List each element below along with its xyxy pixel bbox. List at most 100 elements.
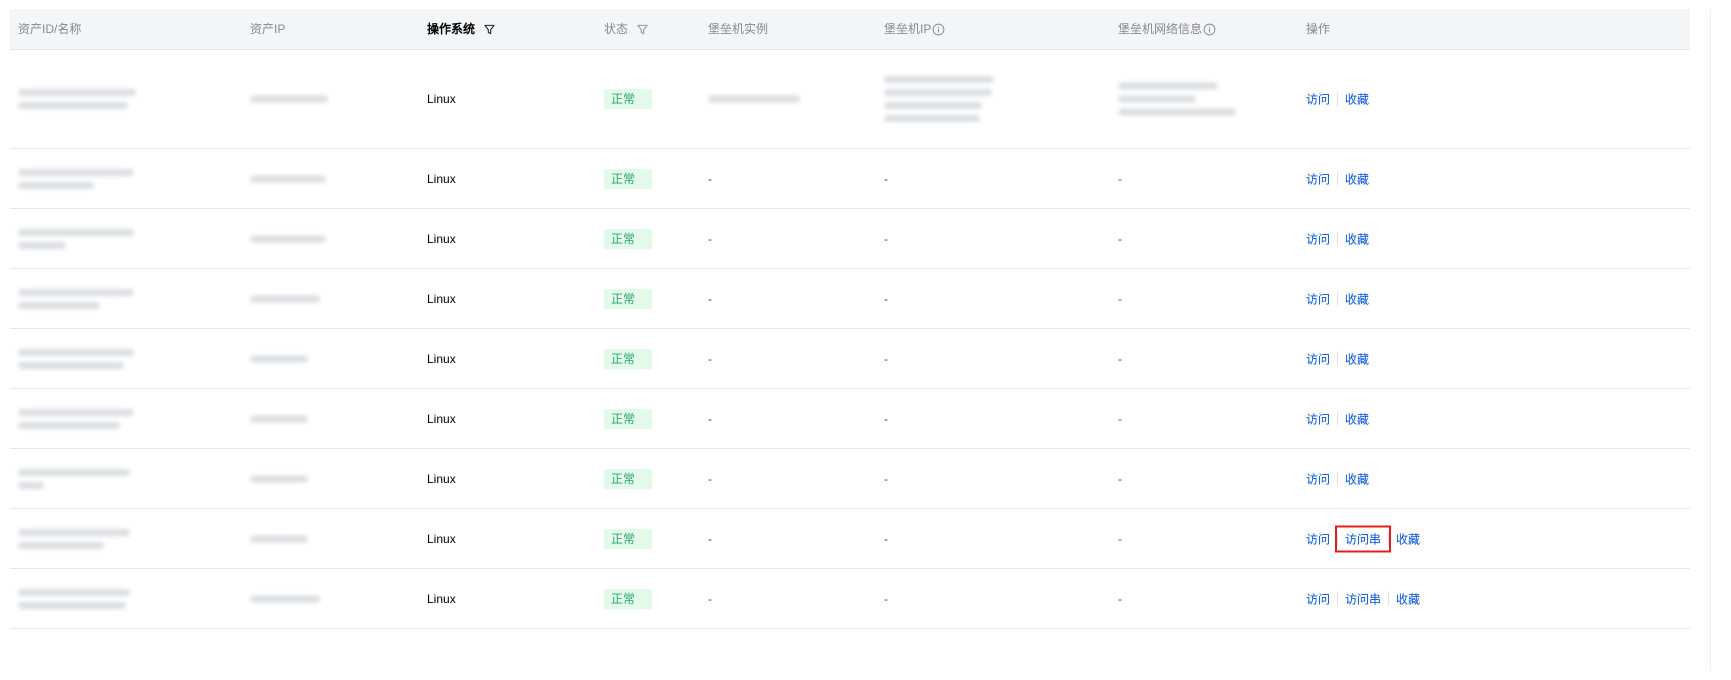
visit-link[interactable]: 访问 — [1306, 168, 1330, 189]
asset-id-name-redacted — [18, 283, 134, 315]
status-badge: 正常 — [604, 408, 652, 429]
divider — [1337, 591, 1339, 606]
divider — [1337, 171, 1339, 186]
asset-ip-redacted — [250, 169, 326, 188]
visit-string-link[interactable]: 访问串 — [1335, 525, 1392, 552]
asset-table: 资产ID/名称 资产IP 操作系统 状态 堡垒机实例 堡垒机IP 堡垒机网络信息… — [10, 9, 1690, 629]
asset-id-name-redacted — [18, 403, 134, 435]
status-badge: 正常 — [604, 348, 652, 369]
table-header: 资产ID/名称 资产IP 操作系统 状态 堡垒机实例 堡垒机IP 堡垒机网络信息… — [10, 9, 1690, 50]
asset-ip-redacted — [250, 529, 308, 548]
asset-ip-redacted — [250, 469, 308, 488]
status-badge: 正常 — [604, 528, 652, 549]
os-value: Linux — [427, 291, 456, 306]
asset-id-name-redacted — [18, 523, 130, 555]
bastion-network-value: - — [1118, 531, 1122, 546]
favorite-link[interactable]: 收藏 — [1345, 288, 1369, 309]
info-circle-icon[interactable] — [1203, 23, 1216, 36]
table-row: Linux 正常 访问 收藏 — [10, 50, 1690, 149]
asset-id-name-redacted — [18, 163, 134, 195]
column-header-status[interactable]: 状态 — [604, 9, 648, 49]
column-header-asset-id-name[interactable]: 资产ID/名称 — [18, 9, 81, 49]
visit-link[interactable]: 访问 — [1306, 348, 1330, 369]
favorite-link[interactable]: 收藏 — [1345, 228, 1369, 249]
divider — [1388, 531, 1390, 546]
bastion-instance-value: - — [708, 471, 712, 486]
visit-link[interactable]: 访问 — [1306, 528, 1330, 549]
bastion-network-value: - — [1118, 291, 1122, 306]
asset-ip-redacted — [250, 289, 320, 308]
favorite-link[interactable]: 收藏 — [1396, 528, 1420, 549]
asset-id-name-redacted — [18, 83, 136, 115]
column-header-asset-ip[interactable]: 资产IP — [250, 9, 285, 49]
divider — [1388, 591, 1390, 606]
table-row: Linux 正常 - - - 访问 收藏 — [10, 269, 1690, 329]
asset-id-name-redacted — [18, 463, 130, 495]
bastion-ip-redacted — [884, 70, 994, 128]
table-row: Linux 正常 - - - 访问 收藏 — [10, 209, 1690, 269]
bastion-instance-value: - — [708, 531, 712, 546]
bastion-ip-value: - — [884, 291, 888, 306]
bastion-ip-value: - — [884, 231, 888, 246]
status-badge: 正常 — [604, 228, 652, 249]
visit-link[interactable]: 访问 — [1306, 468, 1330, 489]
table-row: Linux 正常 - - - 访问 收藏 — [10, 389, 1690, 449]
row-actions: 访问 收藏 — [1306, 408, 1369, 429]
column-header-bastion-network: 堡垒机网络信息 — [1118, 9, 1216, 49]
info-circle-icon[interactable] — [932, 23, 945, 36]
bastion-network-value: - — [1118, 411, 1122, 426]
bastion-instance-value: - — [708, 291, 712, 306]
status-badge: 正常 — [604, 468, 652, 489]
bastion-ip-value: - — [884, 531, 888, 546]
bastion-ip-value: - — [884, 411, 888, 426]
divider — [1337, 92, 1339, 106]
row-actions: 访问 收藏 — [1306, 288, 1369, 309]
visit-link[interactable]: 访问 — [1306, 288, 1330, 309]
asset-id-name-redacted — [18, 583, 130, 615]
table-row: Linux 正常 - - - 访问 收藏 — [10, 449, 1690, 509]
visit-link[interactable]: 访问 — [1306, 228, 1330, 249]
bastion-ip-value: - — [884, 471, 888, 486]
os-value: Linux — [427, 351, 456, 366]
favorite-link[interactable]: 收藏 — [1345, 408, 1369, 429]
bastion-network-value: - — [1118, 231, 1122, 246]
visit-string-link[interactable]: 访问串 — [1345, 588, 1381, 609]
asset-id-name-redacted — [18, 223, 134, 255]
asset-ip-redacted — [250, 229, 326, 248]
os-value: Linux — [427, 92, 456, 106]
filter-icon[interactable] — [484, 24, 495, 35]
row-actions: 访问 收藏 — [1306, 228, 1369, 249]
asset-ip-redacted — [250, 90, 328, 109]
column-header-bastion-instance: 堡垒机实例 — [708, 22, 769, 36]
vertical-divider — [1710, 10, 1711, 670]
row-actions: 访问 访问串 收藏 — [1306, 588, 1420, 609]
column-header-bastion-ip: 堡垒机IP — [884, 9, 945, 49]
favorite-link[interactable]: 收藏 — [1345, 468, 1369, 489]
row-actions: 访问 收藏 — [1306, 89, 1369, 110]
favorite-link[interactable]: 收藏 — [1345, 168, 1369, 189]
asset-ip-redacted — [250, 589, 320, 608]
divider — [1337, 231, 1339, 246]
os-value: Linux — [427, 171, 456, 186]
column-header-os[interactable]: 操作系统 — [427, 9, 495, 49]
asset-ip-redacted — [250, 409, 308, 428]
os-value: Linux — [427, 411, 456, 426]
table-row: Linux 正常 - - - 访问 访问串 收藏 — [10, 509, 1690, 569]
favorite-link[interactable]: 收藏 — [1396, 588, 1420, 609]
bastion-ip-value: - — [884, 171, 888, 186]
visit-link[interactable]: 访问 — [1306, 89, 1330, 110]
status-badge: 正常 — [604, 288, 652, 309]
visit-link[interactable]: 访问 — [1306, 588, 1330, 609]
favorite-link[interactable]: 收藏 — [1345, 89, 1369, 110]
row-actions: 访问 收藏 — [1306, 168, 1369, 189]
bastion-network-redacted — [1118, 77, 1236, 122]
visit-link[interactable]: 访问 — [1306, 408, 1330, 429]
divider — [1337, 291, 1339, 306]
table-row: Linux 正常 - - - 访问 访问串 收藏 — [10, 569, 1690, 629]
filter-icon[interactable] — [637, 24, 648, 35]
asset-ip-redacted — [250, 349, 308, 368]
os-value: Linux — [427, 231, 456, 246]
asset-id-name-redacted — [18, 343, 134, 375]
status-badge: 正常 — [604, 168, 652, 189]
favorite-link[interactable]: 收藏 — [1345, 348, 1369, 369]
